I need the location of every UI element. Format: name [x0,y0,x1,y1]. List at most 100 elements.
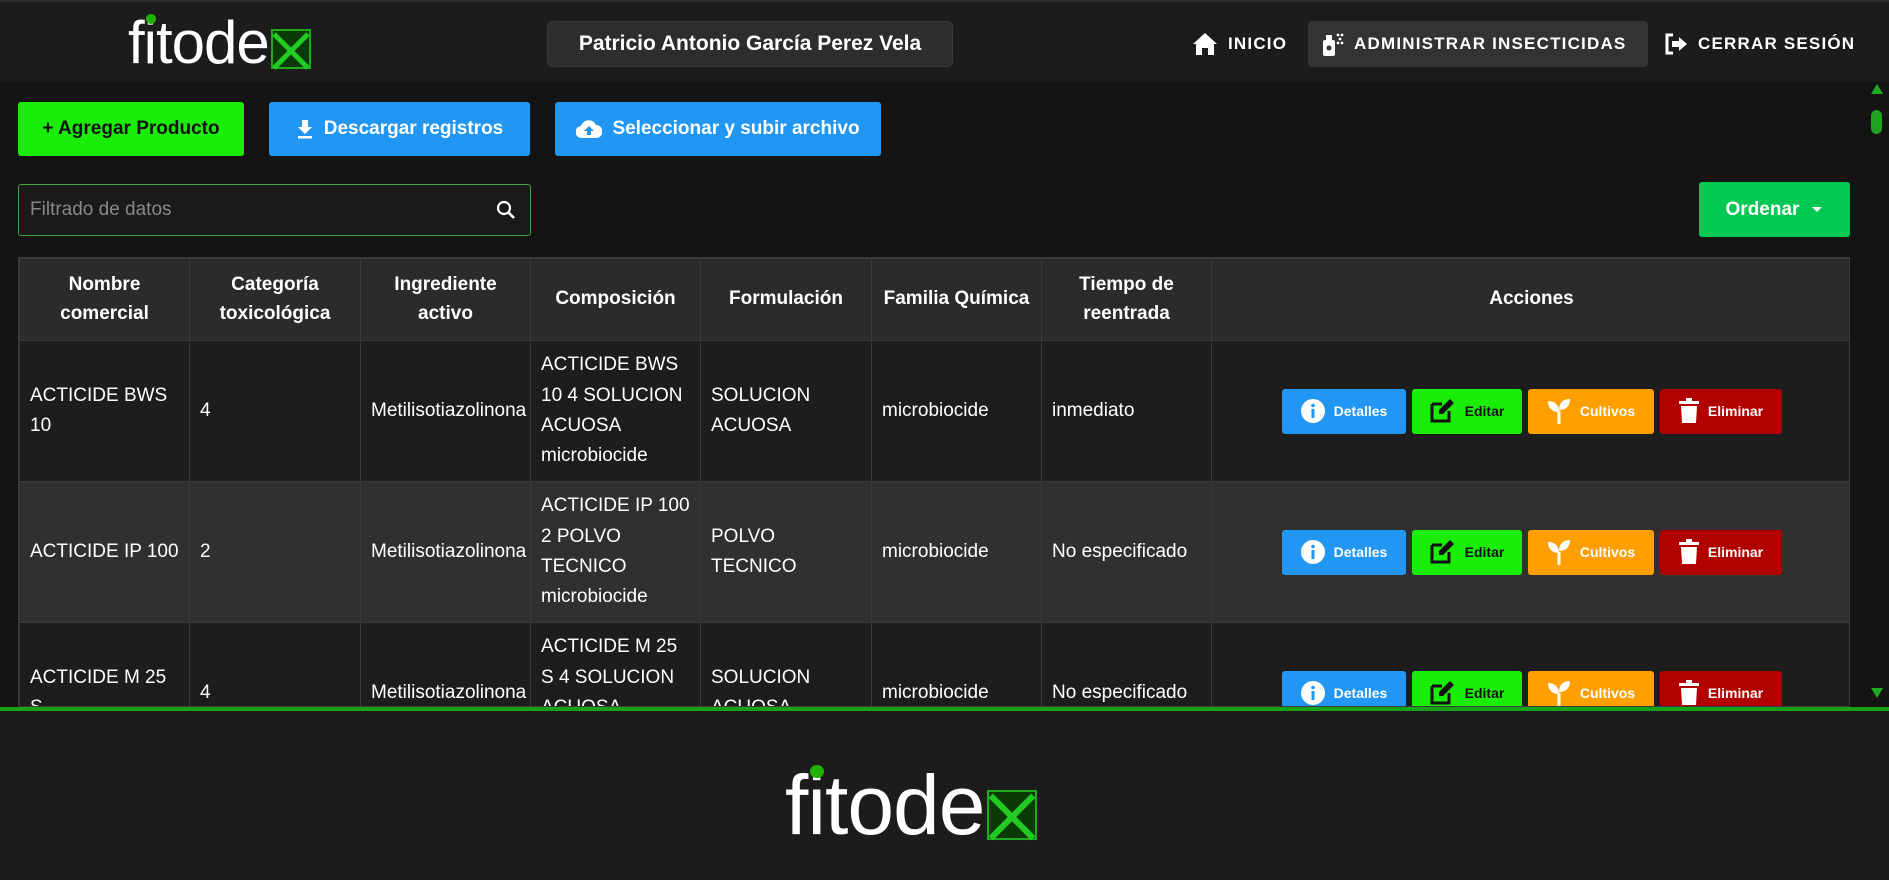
nav-admin-label: ADMINISTRAR INSECTICIDAS [1354,34,1627,53]
sort-label: Ordenar [1725,198,1800,220]
nav-administrar-insecticidas[interactable]: ADMINISTRAR INSECTICIDAS [1308,21,1648,67]
column-header[interactable]: Composición [530,258,701,341]
crops-label: Cultivos [1579,684,1636,701]
column-header[interactable]: Familia Química [871,258,1042,341]
table-cell-ingrediente: Metilisotiazolinona [360,622,531,706]
delete-label: Eliminar [1707,684,1764,701]
footer-logo: fitode [785,763,1037,847]
delete-button[interactable]: Eliminar [1659,670,1782,706]
table-cell-actions: Detalles Editar Cultivos Eliminar [1211,340,1849,482]
edit-icon [1430,540,1454,564]
sprout-icon [1547,681,1570,706]
table-cell-nombre: ACTICIDE IP 100 [19,481,190,623]
column-header[interactable]: Nombre comercial [19,258,190,341]
details-label: Detalles [1333,543,1388,560]
table-cell-categoria: 4 [189,340,361,482]
table-cell-actions: Detalles Editar Cultivos Eliminar [1211,481,1849,623]
download-records-label: Descargar registros [323,118,504,139]
trash-icon [1678,680,1699,705]
filter-search-box [18,184,531,236]
table-header-row: Nombre comercial Categoría toxicológica … [19,258,1849,341]
delete-label: Eliminar [1707,402,1764,419]
cloud-upload-icon [576,120,603,139]
delete-button[interactable]: Eliminar [1659,529,1782,575]
crops-button[interactable]: Cultivos [1527,670,1654,706]
edit-button[interactable]: Editar [1411,670,1522,706]
table-cell-tiempo: No especificado [1041,481,1212,623]
table-cell-ingrediente: Metilisotiazolinona [360,481,531,623]
download-icon [297,120,312,139]
crops-button[interactable]: Cultivos [1527,388,1654,434]
column-header[interactable]: Categoría toxicológica [189,258,361,341]
table-cell-composicion: ACTICIDE BWS 10 4 SOLUCION ACUOSA microb… [530,340,701,482]
table-cell-actions: Detalles Editar Cultivos Eliminar [1211,622,1849,706]
sort-dropdown-button[interactable]: Ordenar [1699,182,1850,237]
edit-icon [1430,399,1454,423]
edit-button[interactable]: Editar [1411,388,1522,434]
logo-dot-icon [146,14,156,24]
table-cell-familia: microbiocide [871,340,1042,482]
table-cell-formulacion: SOLUCION ACUOSA [700,340,872,482]
table-row: ACTICIDE M 25 S4MetilisotiazolinonaACTIC… [19,622,1849,706]
column-header[interactable]: Formulación [700,258,872,341]
caret-down-icon [1812,206,1823,212]
nav-inicio[interactable]: INICIO [1180,21,1299,67]
edit-label: Editar [1464,684,1505,701]
details-button[interactable]: Detalles [1281,529,1406,575]
scrollbar-thumb[interactable] [1871,110,1882,134]
app-footer: fitode [0,707,1889,880]
footer-logo-x-mark-icon [986,790,1037,840]
filter-search-input[interactable] [19,185,482,235]
upload-file-button[interactable]: Seleccionar y subir archivo [555,102,881,156]
upload-file-label: Seleccionar y subir archivo [612,118,860,139]
footer-logo-wordmark: fitode [785,758,985,852]
delete-button[interactable]: Eliminar [1659,388,1782,434]
column-header: Acciones [1211,258,1849,341]
download-records-button[interactable]: Descargar registros [269,102,530,156]
row-actions: Detalles Editar Cultivos Eliminar [1222,529,1841,575]
sprout-icon [1547,540,1570,565]
add-product-button[interactable]: + Agregar Producto [18,102,244,156]
page-scrollbar[interactable] [1868,84,1884,704]
table-cell-categoria: 2 [189,481,361,623]
column-header[interactable]: Ingrediente activo [360,258,531,341]
scroll-down-arrow-icon[interactable] [1871,688,1883,698]
nav-logout-label: CERRAR SESIÓN [1698,34,1856,53]
edit-icon [1430,681,1454,705]
edit-button[interactable]: Editar [1411,529,1522,575]
table-cell-ingrediente: Metilisotiazolinona [360,340,531,482]
products-table: Nombre comercial Categoría toxicológica … [19,258,1849,706]
column-header[interactable]: Tiempo de reentrada [1041,258,1212,341]
crops-label: Cultivos [1579,402,1636,419]
add-product-label: + Agregar Producto [42,118,220,139]
table-cell-familia: microbiocide [871,481,1042,623]
logo-dot-icon [810,764,824,779]
table-row: ACTICIDE BWS 10 4 Metilisotiazolinona ACTIC… [19,340,1849,482]
sprout-icon [1547,399,1570,424]
table-cell-categoria: 4 [189,622,361,706]
table-cell-nombre: ACTICIDE M 25 S [19,622,190,706]
header-logo[interactable]: fitode [128,10,311,76]
nav-cerrar-sesion[interactable]: CERRAR SESIÓN [1652,21,1867,67]
table-cell-composicion: ACTICIDE IP 100 2 POLVO TECNICO microbio… [530,481,701,623]
info-icon [1300,540,1325,564]
app-header: fitode Patricio Antonio García Perez Vel… [0,0,1889,82]
search-icon[interactable] [482,185,530,235]
nav-inicio-label: INICIO [1228,34,1288,53]
table-cell-formulacion: SOLUCION ACUOSA [700,622,872,706]
crops-button[interactable]: Cultivos [1527,529,1654,575]
info-icon [1300,681,1325,705]
spray-bottle-icon [1323,33,1344,56]
edit-label: Editar [1464,402,1505,419]
scroll-up-arrow-icon[interactable] [1871,84,1883,94]
info-icon [1300,399,1325,423]
details-button[interactable]: Detalles [1281,388,1406,434]
details-button[interactable]: Detalles [1281,670,1406,706]
row-actions: Detalles Editar Cultivos Eliminar [1222,670,1841,706]
delete-label: Eliminar [1707,543,1764,560]
table-cell-tiempo: inmediato [1041,340,1212,482]
logo-x-mark-icon [270,29,311,69]
table-cell-familia: microbiocide [871,622,1042,706]
table-cell-tiempo: No especificado [1041,622,1212,706]
trash-icon [1678,539,1699,564]
